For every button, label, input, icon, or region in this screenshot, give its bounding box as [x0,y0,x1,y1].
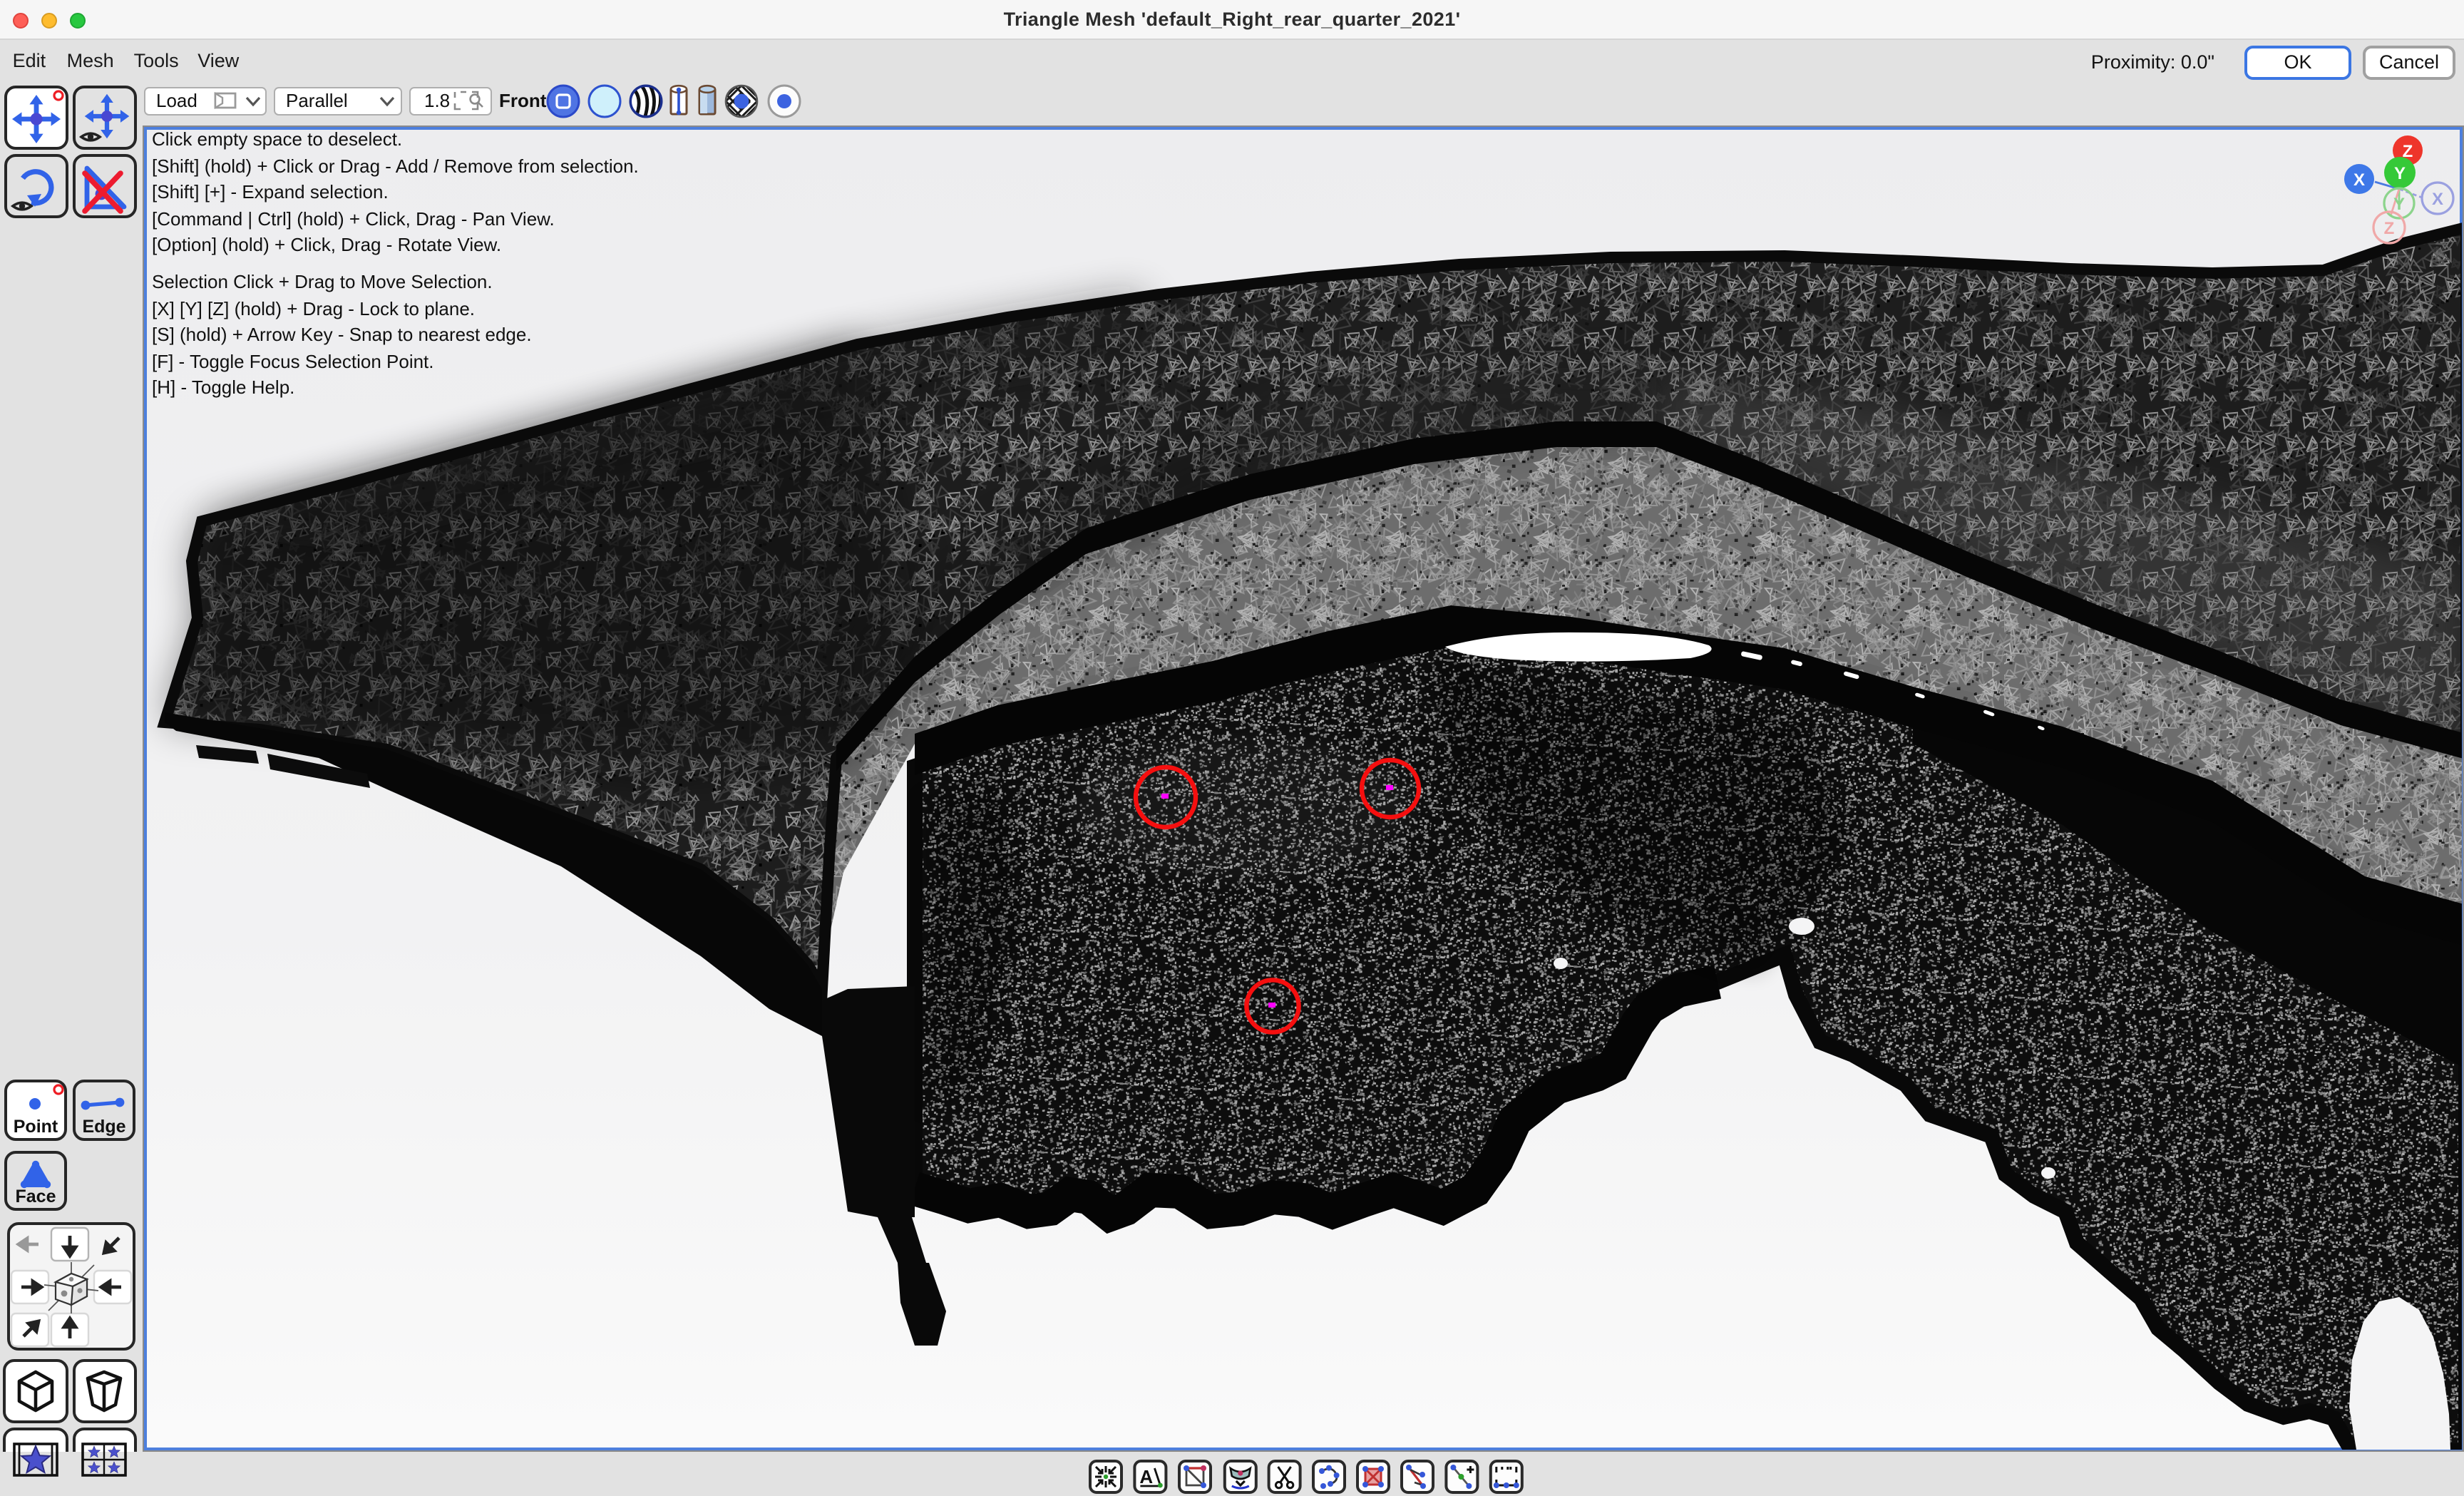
svg-text:Z: Z [2402,141,2413,160]
svg-text:Z: Z [2383,218,2394,237]
svg-text:Y: Y [2393,163,2405,183]
svg-text:Y: Y [2393,194,2404,213]
svg-text:X: X [2431,189,2443,208]
svg-text:A: A [1139,1465,1153,1487]
svg-text:X: X [2353,170,2364,189]
